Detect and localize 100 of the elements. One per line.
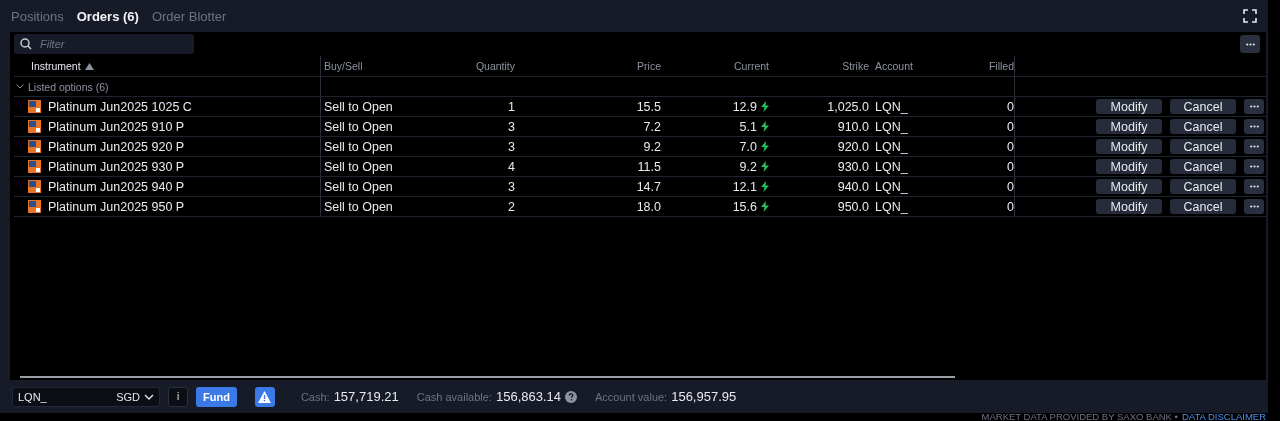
table-cell-text: 0 xyxy=(1006,138,1014,156)
stat-label: Account value: xyxy=(595,390,668,403)
cancel-button[interactable]: Cancel xyxy=(1170,199,1236,214)
modify-button[interactable]: Modify xyxy=(1096,99,1162,114)
table-cell-text: 0 xyxy=(1006,98,1014,116)
cancel-button[interactable]: Cancel xyxy=(1170,179,1236,194)
search-icon xyxy=(20,38,32,50)
table-cell: Sell to Open xyxy=(320,177,440,196)
column-header[interactable]: Account xyxy=(875,60,913,72)
modify-button[interactable]: Modify xyxy=(1096,179,1162,194)
lightning-icon xyxy=(761,101,769,112)
more-button[interactable] xyxy=(1244,159,1264,174)
warning-button[interactable] xyxy=(254,386,275,407)
column-header[interactable]: Price xyxy=(637,60,661,72)
instrument-name: Platinum Jun2025 950 P xyxy=(48,198,185,216)
instrument-name: Platinum Jun2025 920 P xyxy=(48,138,185,156)
fund-button[interactable]: Fund xyxy=(196,386,237,407)
table-cell: Sell to Open xyxy=(320,157,440,176)
chevron-icon xyxy=(16,84,24,89)
filter-field[interactable]: Filter xyxy=(38,37,162,51)
table-cell-text: 0 xyxy=(1006,118,1014,136)
cancel-button[interactable]: Cancel xyxy=(1170,139,1236,154)
stat-value: 156,863.14 xyxy=(495,389,561,404)
lightning-icon xyxy=(761,181,769,192)
table-cell-text: 4 xyxy=(507,158,515,176)
table-cell-text: 910.0 xyxy=(836,118,869,136)
column-header[interactable]: Filled xyxy=(988,60,1014,72)
lightning-icon xyxy=(761,201,769,212)
table-cell-text: 2 xyxy=(507,198,515,216)
modify-button[interactable]: Modify xyxy=(1096,159,1162,174)
table-cell-text: 1 xyxy=(507,98,515,116)
table-cell-text: 11.5 xyxy=(636,158,661,176)
cancel-button[interactable]: Cancel xyxy=(1170,159,1236,174)
column-header[interactable]: Quantity xyxy=(475,60,515,72)
disclaimer-link[interactable]: DATA DISCLAIMER xyxy=(1181,413,1266,421)
more-icon xyxy=(1249,165,1259,168)
more-button[interactable] xyxy=(1244,119,1264,134)
help-icon[interactable] xyxy=(565,390,577,403)
stat-value: 157,719.21 xyxy=(333,389,399,404)
current-price: 12.9 xyxy=(732,98,757,116)
tab[interactable]: Order Blotter xyxy=(151,8,227,24)
modify-button[interactable]: Modify xyxy=(1096,199,1162,214)
instrument-icon xyxy=(28,140,41,153)
cancel-button[interactable]: Cancel xyxy=(1170,119,1236,134)
instrument-icon xyxy=(28,120,41,133)
table-cell-text: 0 xyxy=(1006,158,1014,176)
table-cell-text: 18.0 xyxy=(635,198,661,216)
table-cell-text: 3 xyxy=(507,178,515,196)
table-cell-text: 0 xyxy=(1006,178,1014,196)
more-button[interactable] xyxy=(1244,199,1264,214)
group-row[interactable]: Listed options (6) xyxy=(14,77,320,96)
instrument-icon xyxy=(28,200,41,213)
table-cell-text: 950.0 xyxy=(836,198,869,216)
table-cell-text: LQN_ xyxy=(874,198,909,216)
chevron-icon xyxy=(144,393,154,400)
tab[interactable]: Positions xyxy=(11,8,64,24)
more-button[interactable] xyxy=(1244,139,1264,154)
table-cell-text: 920.0 xyxy=(836,138,869,156)
table-cell-text: 930.0 xyxy=(836,158,869,176)
filter-box[interactable]: Filter xyxy=(14,34,194,54)
more-icon xyxy=(1249,105,1259,108)
current-price: 15.6 xyxy=(732,198,757,216)
table-cell-text: LQN_ xyxy=(874,158,909,176)
current-price: 5.1 xyxy=(739,118,757,136)
info-button[interactable]: i xyxy=(168,386,188,407)
table-cell-text: 3 xyxy=(507,138,515,156)
stat-value: 156,957.95 xyxy=(671,389,737,404)
account-select[interactable]: LQN_ SGD xyxy=(12,386,160,407)
warning-icon xyxy=(258,390,272,403)
more-icon xyxy=(1245,42,1255,46)
more-button[interactable] xyxy=(1240,35,1260,53)
table-cell-text: 0 xyxy=(1006,198,1014,216)
scrollbar[interactable] xyxy=(20,376,955,378)
instrument-name: Platinum Jun2025 930 P xyxy=(48,158,185,176)
fullscreen-icon[interactable] xyxy=(1243,9,1257,23)
table-cell: Sell to Open xyxy=(320,97,440,116)
lightning-icon xyxy=(761,121,769,132)
modify-button[interactable]: Modify xyxy=(1096,119,1162,134)
stat-label: Cash available: xyxy=(416,390,492,403)
tab[interactable]: Orders (6) xyxy=(76,8,139,24)
cancel-button[interactable]: Cancel xyxy=(1170,99,1236,114)
table-cell-text: LQN_ xyxy=(874,118,909,136)
table-cell-text: LQN_ xyxy=(874,178,909,196)
more-icon xyxy=(1249,125,1259,128)
stat-label: Cash: xyxy=(300,390,330,403)
table-cell-text: 940.0 xyxy=(836,178,869,196)
table-cell-text: LQN_ xyxy=(874,138,909,156)
more-button[interactable] xyxy=(1244,179,1264,194)
current-price: 9.2 xyxy=(739,158,757,176)
instrument-icon xyxy=(28,180,41,193)
modify-button[interactable]: Modify xyxy=(1096,139,1162,154)
instrument-icon xyxy=(28,100,41,113)
column-header[interactable]: Current xyxy=(734,60,769,72)
table-cell-text: LQN_ xyxy=(874,98,909,116)
instrument-name: Platinum Jun2025 1025 C xyxy=(48,98,192,116)
column-header[interactable]: Buy/Sell xyxy=(324,60,363,72)
more-button[interactable] xyxy=(1244,99,1264,114)
instrument-name: Platinum Jun2025 940 P xyxy=(48,178,185,196)
column-header[interactable]: Instrument xyxy=(31,60,81,72)
column-header[interactable]: Strike xyxy=(842,60,869,72)
